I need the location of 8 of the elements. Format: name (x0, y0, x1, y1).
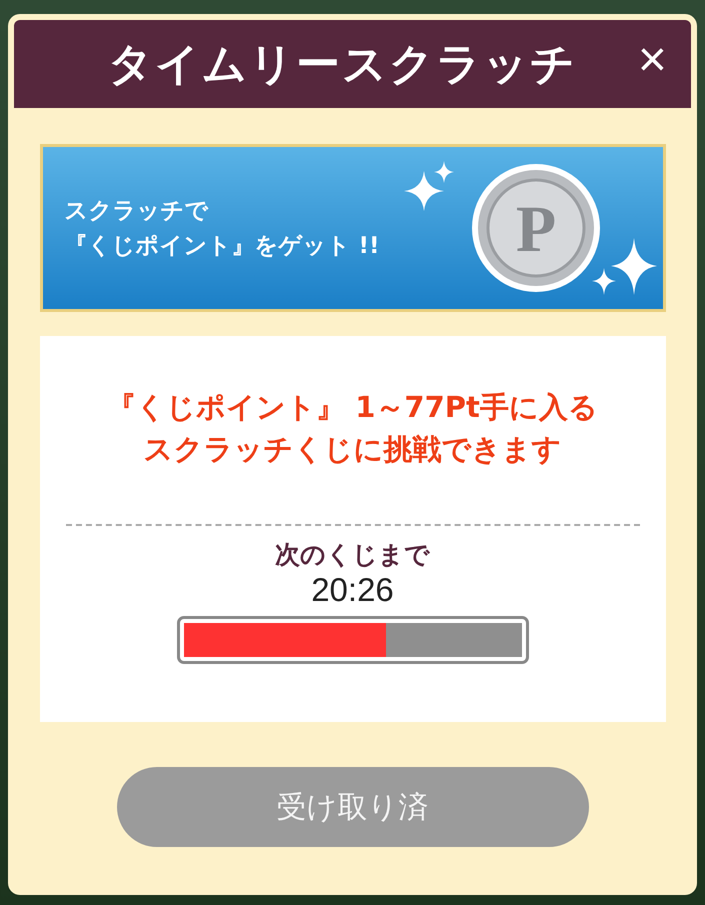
banner-text: 『くじポイント』をゲット !! (64, 232, 380, 261)
countdown-timer: 20:26 (311, 571, 394, 610)
close-button[interactable]: × (632, 34, 673, 84)
dialog-title: タイムリースクラッチ (108, 38, 577, 92)
banner-text: スクラッチで (64, 197, 210, 226)
next-draw-label: 次のくじまで (275, 539, 430, 572)
info-message: 『くじポイント』 1～77Pt手に入る スクラッチくじに挑戦できます (107, 389, 598, 468)
coin-icon: P (470, 163, 600, 293)
